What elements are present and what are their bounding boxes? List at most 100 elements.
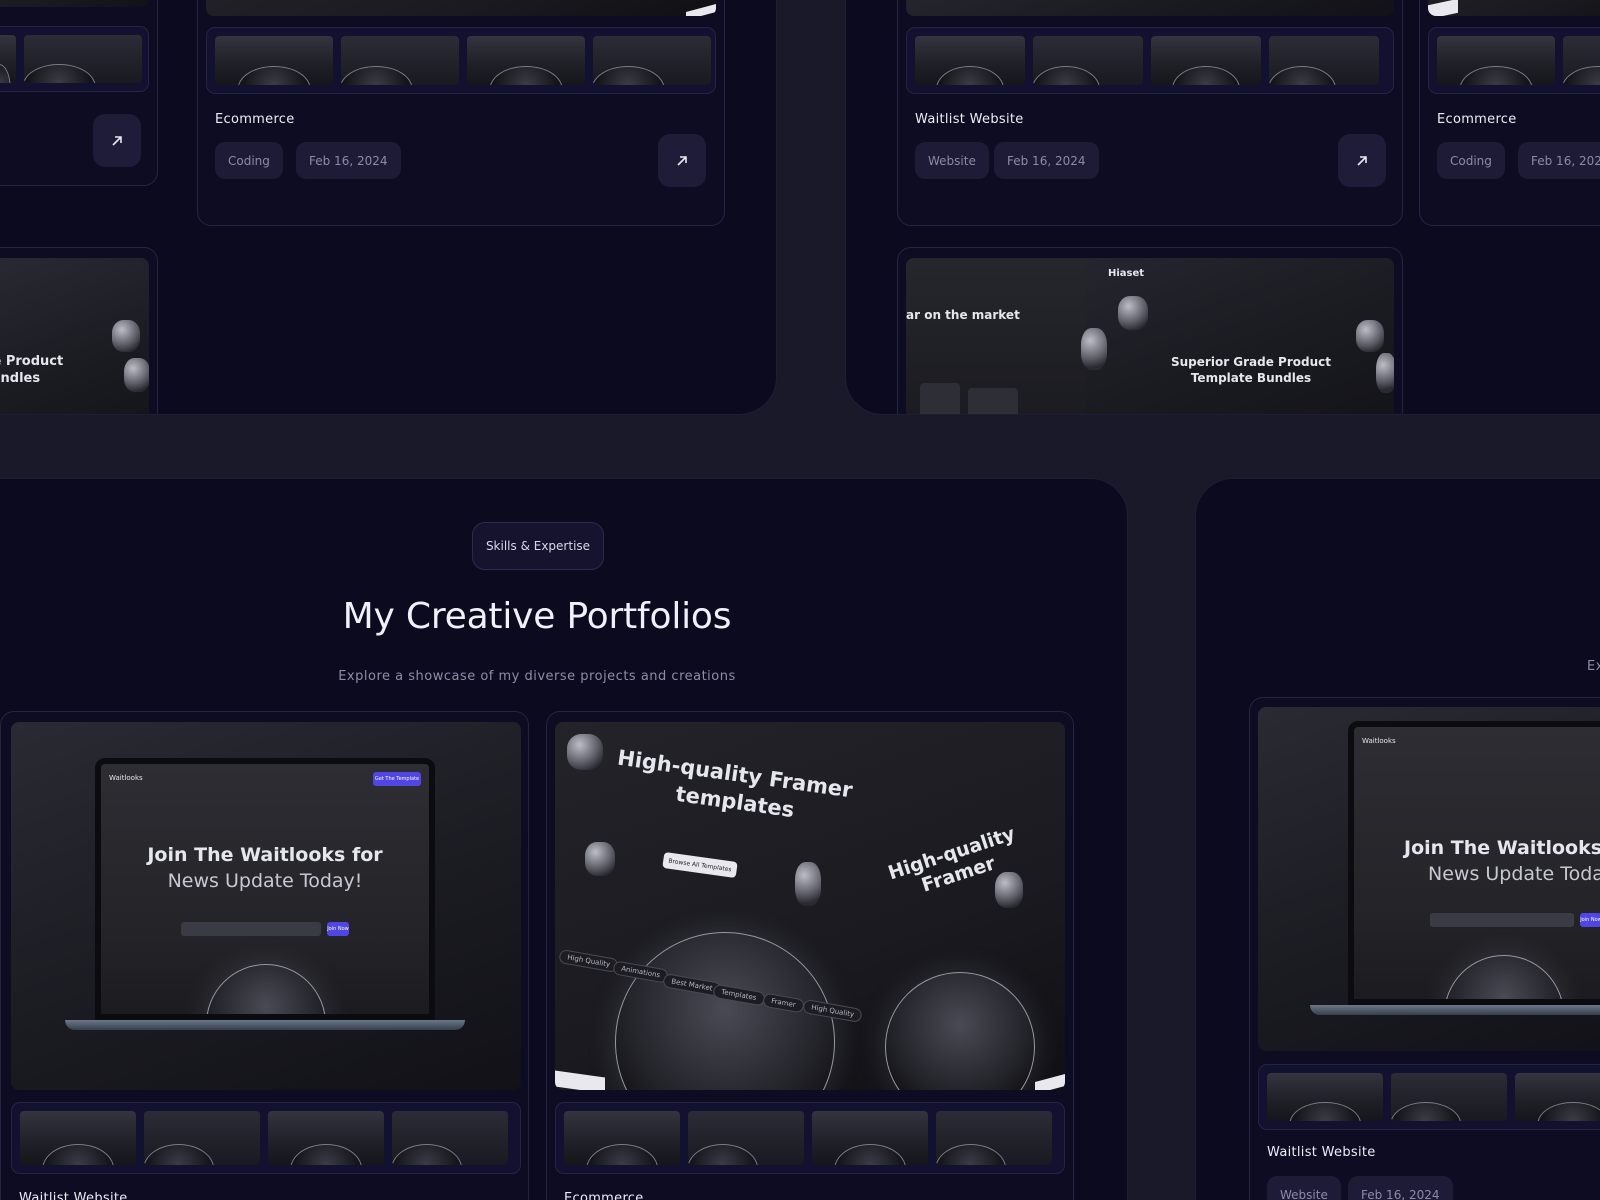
portfolio-card-ecommerce[interactable]: High-quality Framer templates Browse All… — [546, 711, 1074, 1200]
portfolio-card-waitlist-clipped[interactable]: Waitlooks Join The Waitlooks for News Up… — [1249, 697, 1600, 1200]
thumbnail-strip — [1258, 1064, 1600, 1130]
thumbnail-strip — [555, 1102, 1065, 1174]
project-hero-image: rade Product e Bundles — [0, 258, 149, 414]
laptop-base — [1310, 1005, 1600, 1015]
thumbnail[interactable] — [392, 1111, 508, 1165]
thumbnail[interactable] — [1563, 36, 1600, 85]
mock-brand: Hiaset — [1108, 268, 1145, 279]
category-tag: Coding — [215, 142, 283, 179]
card-title: Waitlist Website — [1267, 1145, 1376, 1160]
open-project-button[interactable] — [658, 134, 706, 187]
top-left-panel: Ecommerce Coding Feb 16, 2024 rade Produ… — [0, 0, 777, 415]
date-tag: Feb 16, 2024 — [1518, 142, 1600, 179]
mock-headline: e Bundles — [0, 371, 41, 386]
project-hero-image: High-quality Framer templates Browse All… — [555, 722, 1065, 1090]
portfolio-card-waitlist[interactable]: Waitlooks Get The Template Join The Wait… — [0, 711, 529, 1200]
date-tag: Feb 16, 2024 — [994, 142, 1099, 179]
mock-pill: High Quality — [558, 948, 620, 974]
category-tag: Website — [915, 142, 989, 179]
laptop-base — [65, 1020, 465, 1030]
mock-headline: ar on the market — [906, 308, 1020, 322]
mock-brand: Waitlooks — [1362, 737, 1396, 745]
thumbnail-strip — [11, 1102, 521, 1174]
thumbnail[interactable] — [1151, 36, 1261, 85]
page-subtitle: Explore a showcase of my diverse project… — [338, 669, 736, 684]
category-tag: Website — [1267, 1176, 1341, 1200]
laptop-screen: Waitlooks Join The Waitlooks for News Up… — [1348, 721, 1600, 1005]
laptop-mockup: Waitlooks Get The Template Join The Wait… — [65, 758, 465, 1048]
mock-headline: Template Bundles — [1190, 371, 1312, 385]
thumbnail[interactable] — [215, 36, 333, 85]
thumbnail[interactable] — [1267, 1073, 1383, 1121]
arrow-up-right-icon — [677, 155, 687, 166]
mock-brand: Waitlooks — [109, 774, 143, 782]
portfolio-card-ecommerce-clipped[interactable]: Ecommerce Coding Feb 16, 2024 — [1419, 0, 1600, 226]
decorative-shape — [1081, 328, 1107, 370]
card-title: Ecommerce — [1437, 112, 1517, 127]
open-project-button[interactable] — [93, 114, 141, 167]
project-hero-image — [1428, 0, 1600, 16]
date-tag: Feb 16, 2024 — [296, 142, 401, 179]
mock-cta-button: Get The Template — [373, 772, 421, 786]
thumbnail[interactable] — [1515, 1073, 1600, 1121]
laptop-mockup: Waitlooks Join The Waitlooks for News Up… — [1310, 721, 1600, 1031]
project-hero-image — [206, 0, 716, 16]
thumbnail[interactable] — [915, 36, 1025, 85]
mock-globe — [885, 972, 1035, 1090]
thumbnail[interactable] — [1391, 1073, 1507, 1121]
thumbnail[interactable] — [341, 36, 459, 85]
decorative-shape — [1118, 296, 1148, 330]
bottom-right-panel: Ex Waitlooks Join The Waitlooks for News… — [1195, 478, 1600, 1200]
thumbnail[interactable] — [20, 1111, 136, 1165]
portfolio-card-clipped-product[interactable]: rade Product e Bundles — [0, 247, 158, 414]
mock-headline: Join The Waitlooks for — [1404, 837, 1600, 859]
thumbnail[interactable] — [268, 1111, 384, 1165]
decorative-shape — [124, 358, 149, 392]
decorative-shape — [995, 872, 1023, 908]
mock-headline: Join The Waitlooks for — [147, 844, 383, 866]
mock-globe — [1444, 955, 1564, 999]
card-title: Ecommerce — [215, 112, 295, 127]
mock-email-input — [1430, 913, 1574, 927]
thumbnail[interactable] — [812, 1111, 928, 1165]
decorative-shape — [1356, 320, 1384, 352]
thumbnail[interactable] — [1269, 36, 1379, 85]
thumbnail[interactable] — [1437, 36, 1555, 85]
arrow-up-right-icon — [112, 135, 122, 146]
thumbnail[interactable] — [593, 36, 711, 85]
mock-email-input — [181, 922, 321, 936]
thumbnail[interactable] — [467, 36, 585, 85]
project-hero-image: Waitlooks Get The Template Join The Wait… — [11, 722, 521, 1090]
decorative-shape — [795, 862, 821, 906]
laptop-screen: Waitlooks Get The Template Join The Wait… — [95, 758, 435, 1020]
thumbnail[interactable] — [1033, 36, 1143, 85]
thumbnail[interactable] — [144, 1111, 260, 1165]
section-badge: Skills & Expertise — [472, 522, 604, 570]
date-tag: Feb 16, 2024 — [1348, 1176, 1453, 1200]
portfolio-card-waitlist[interactable]: Waitlist Website Website Feb 16, 2024 — [897, 0, 1403, 226]
mock-globe — [206, 964, 326, 1014]
thumbnail-strip — [906, 27, 1394, 94]
thumbnail[interactable] — [0, 35, 16, 83]
portfolio-card-ecommerce[interactable]: Ecommerce Coding Feb 16, 2024 — [197, 0, 725, 226]
mock-browse-button: Browse All Templates — [662, 851, 738, 879]
page-subtitle-clipped: Ex — [1587, 659, 1600, 674]
card-title: Waitlist Website — [19, 1191, 128, 1200]
portfolio-card-clipped-left[interactable] — [0, 0, 158, 186]
thumbnail[interactable] — [564, 1111, 680, 1165]
project-hero-image — [0, 0, 149, 7]
card-title: Waitlist Website — [915, 112, 1024, 127]
open-project-button[interactable] — [1338, 134, 1386, 187]
decorative-shape — [567, 734, 603, 770]
thumbnail-strip — [1428, 27, 1600, 94]
arrow-up-right-icon — [1357, 155, 1367, 166]
decorative-shape — [585, 842, 615, 876]
thumbnail-strip — [0, 26, 149, 92]
mock-headline: Superior Grade Product — [1171, 355, 1331, 369]
portfolio-card-product[interactable]: ar on the market Hiaset Superior Grade P… — [897, 247, 1403, 414]
mock-headline: rade Product — [0, 354, 64, 369]
thumbnail[interactable] — [936, 1111, 1052, 1165]
thumbnail[interactable] — [24, 35, 142, 83]
decorative-shape — [112, 320, 140, 352]
thumbnail[interactable] — [688, 1111, 804, 1165]
